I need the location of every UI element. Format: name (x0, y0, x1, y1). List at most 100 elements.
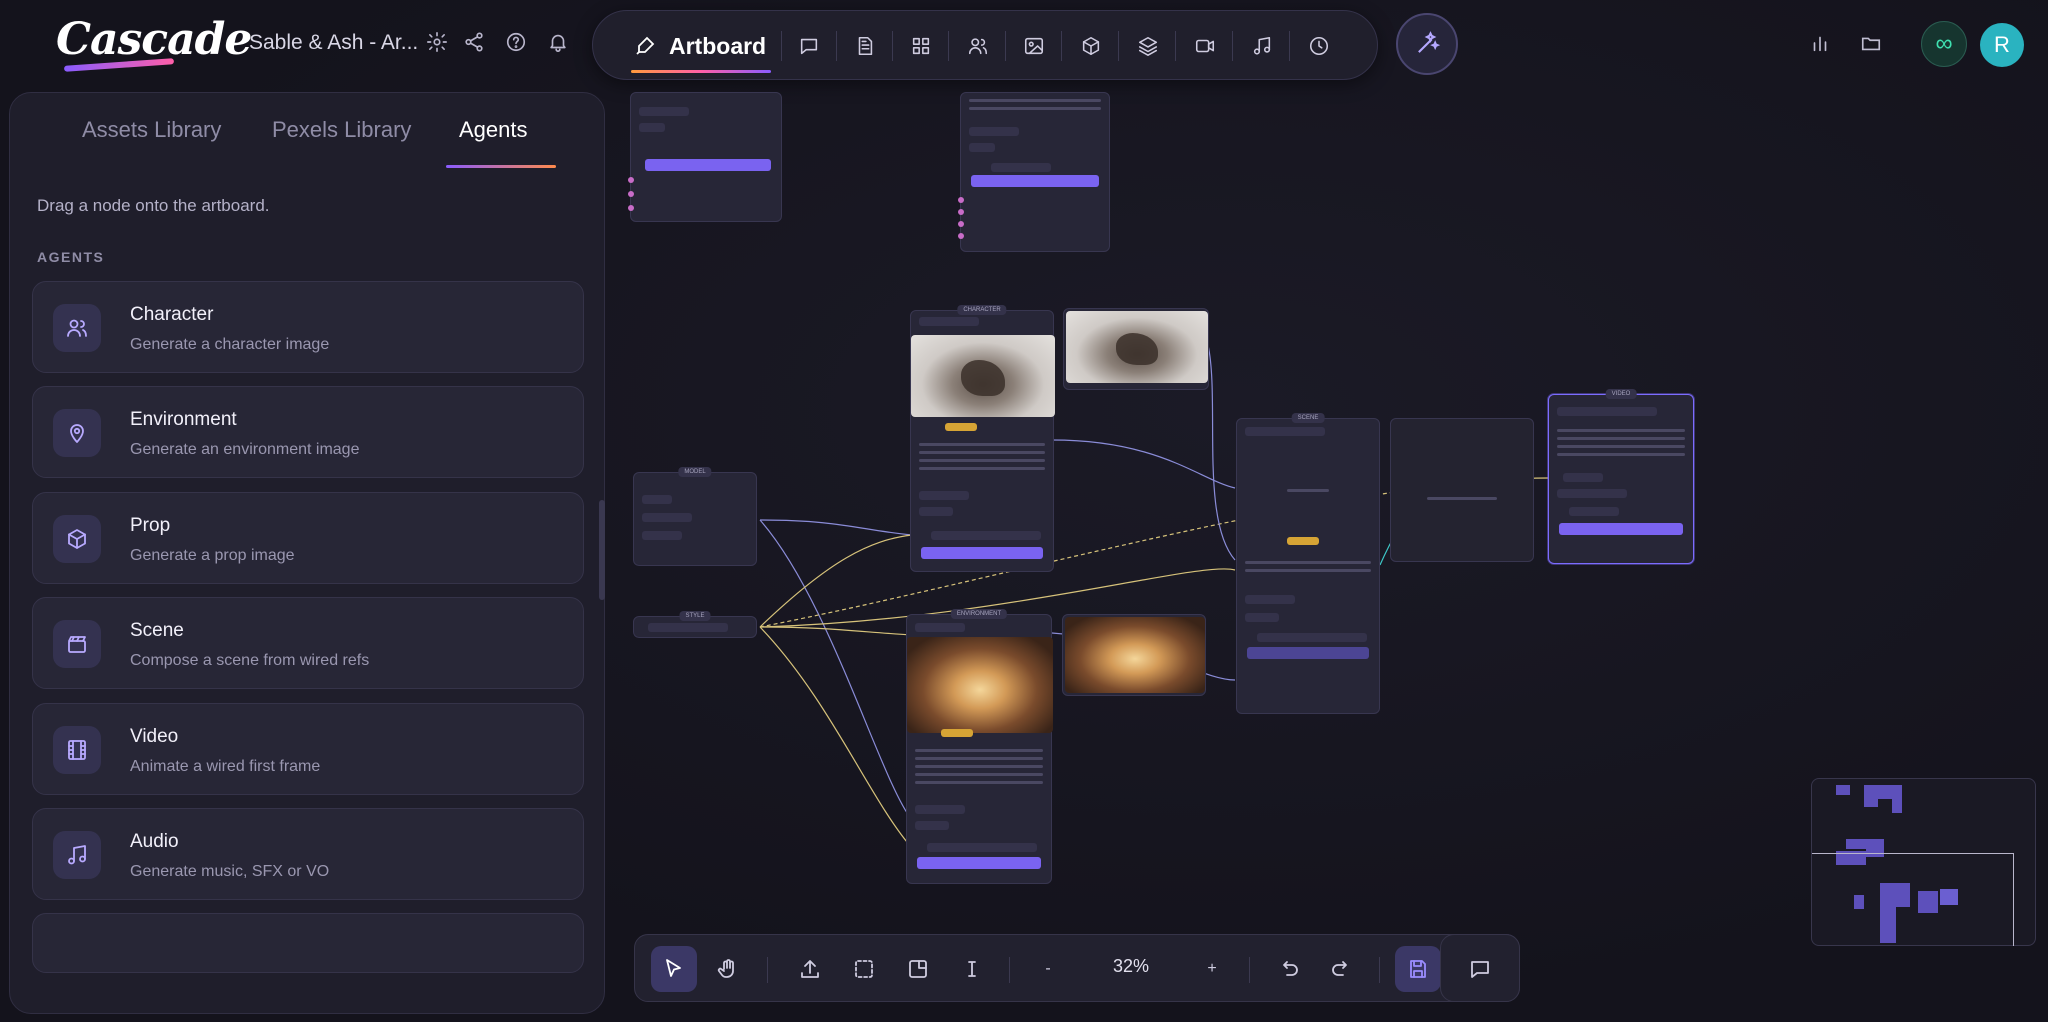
dragon-output-image (1066, 311, 1208, 383)
zoom-level[interactable]: 32% (1094, 956, 1168, 977)
magic-wand-icon (1418, 31, 1441, 53)
minimap-viewport[interactable] (1812, 853, 2014, 946)
minimap[interactable] (1811, 778, 2036, 946)
toolbar-divider (1289, 31, 1290, 61)
project-title[interactable]: Sable & Ash - Ar... (249, 31, 418, 55)
agent-card-audio[interactable]: Audio Generate music, SFX or VO (32, 808, 584, 900)
help-icon[interactable] (502, 28, 530, 56)
toolbar-divider (1005, 31, 1006, 61)
document-icon[interactable] (850, 31, 880, 61)
panel-scrollbar[interactable] (599, 500, 605, 600)
marquee-select-icon[interactable] (841, 946, 887, 992)
toolbar-divider (836, 31, 837, 61)
chat-icon[interactable] (794, 31, 824, 61)
top-bar: Cascade Sable & Ash - Ar... Artboard ∞ R (0, 0, 2048, 90)
image-output-node[interactable] (1063, 308, 1209, 390)
agent-card-environment[interactable]: Environment Generate an environment imag… (32, 386, 584, 478)
mode-toolbar: Artboard (592, 10, 1378, 80)
agents-panel: Assets Library Pexels Library Agents Dra… (9, 92, 605, 1014)
toolbar-divider (767, 957, 768, 983)
artboard-label: Artboard (669, 32, 767, 59)
agent-description: Generate a prop image (130, 547, 295, 564)
frame-tool-icon[interactable] (895, 946, 941, 992)
canvas-node[interactable] (628, 92, 782, 222)
agent-name: Prop (130, 515, 171, 536)
users-icon[interactable] (963, 31, 993, 61)
zoom-out-button[interactable]: - (1025, 946, 1071, 992)
hand-tool-icon[interactable] (705, 946, 751, 992)
brush-icon (636, 36, 655, 55)
users-icon (53, 304, 101, 352)
toolbar-divider (1175, 31, 1176, 61)
toolbar-divider (1249, 957, 1250, 983)
grid-icon[interactable] (906, 31, 936, 61)
user-avatar[interactable]: R (1980, 23, 2024, 67)
artboard-button[interactable]: Artboard (623, 25, 776, 67)
agent-description: Generate a character image (130, 336, 330, 353)
share-icon[interactable] (460, 28, 488, 56)
toolbar-divider (892, 31, 893, 61)
infinity-button[interactable]: ∞ (1921, 21, 1967, 67)
agent-name: Character (130, 304, 214, 325)
agent-card-prop[interactable]: Prop Generate a prop image (32, 492, 584, 584)
dragon-image (911, 335, 1055, 417)
cave-image (907, 637, 1053, 733)
toolbar-divider (948, 31, 949, 61)
comment-icon (1457, 946, 1503, 992)
text-tool-icon[interactable] (949, 946, 995, 992)
tab-pexels-library[interactable]: Pexels Library (272, 117, 411, 143)
placeholder-node[interactable] (1390, 418, 1534, 562)
toolbar-divider (1061, 31, 1062, 61)
agents-section-label: AGENTS (37, 249, 105, 265)
agent-name: Audio (130, 831, 179, 852)
cube-icon[interactable] (1076, 31, 1106, 61)
tab-agents[interactable]: Agents (459, 117, 528, 143)
toolbar-divider (1379, 957, 1380, 983)
agent-description: Generate an environment image (130, 441, 360, 458)
agent-card-scene[interactable]: Scene Compose a scene from wired refs (32, 597, 584, 689)
save-icon[interactable] (1395, 946, 1441, 992)
redo-icon[interactable] (1319, 946, 1365, 992)
cube-icon (53, 515, 101, 563)
analytics-icon[interactable] (1807, 30, 1833, 56)
image-icon[interactable] (1019, 31, 1049, 61)
map-pin-icon (53, 409, 101, 457)
panel-tabs: Assets Library Pexels Library Agents (10, 93, 604, 173)
bell-icon[interactable] (544, 28, 572, 56)
canvas-node[interactable]: STYLE (633, 611, 757, 638)
active-mode-underline (631, 70, 771, 73)
music-icon[interactable] (1247, 31, 1277, 61)
layers-icon[interactable] (1133, 31, 1163, 61)
agent-name: Environment (130, 409, 237, 430)
image-output-node[interactable] (1062, 614, 1206, 696)
cave-output-image (1065, 617, 1205, 693)
video-node[interactable]: VIDEO (1548, 389, 1694, 564)
agent-name: Video (130, 726, 179, 747)
video-icon[interactable] (1190, 31, 1220, 61)
settings-gear-icon[interactable] (423, 28, 451, 56)
character-node[interactable]: CHARACTER (910, 305, 1055, 572)
ai-assistant-button[interactable] (1396, 13, 1458, 75)
agent-name: Scene (130, 620, 184, 641)
zoom-in-button[interactable]: + (1189, 946, 1235, 992)
folder-icon[interactable] (1858, 30, 1884, 56)
toolbar-divider (1009, 957, 1010, 983)
upload-icon[interactable] (787, 946, 833, 992)
scene-node[interactable]: SCENE (1236, 413, 1380, 714)
agent-card-video[interactable]: Video Animate a wired first frame (32, 703, 584, 795)
agent-description: Animate a wired first frame (130, 758, 321, 775)
comment-panel-button[interactable] (1440, 934, 1520, 1002)
canvas-node[interactable] (958, 92, 1110, 252)
history-icon[interactable] (1304, 31, 1334, 61)
toolbar-divider (1232, 31, 1233, 61)
agent-card-partial[interactable] (32, 913, 584, 973)
agent-card-character[interactable]: Character Generate a character image (32, 281, 584, 373)
select-tool-icon[interactable] (651, 946, 697, 992)
toolbar-divider (781, 31, 782, 61)
canvas-toolbar: - + (634, 934, 1520, 1002)
undo-icon[interactable] (1265, 946, 1311, 992)
canvas-node[interactable]: MODEL (633, 467, 757, 566)
cascade-logo[interactable]: Cascade (56, 14, 252, 65)
environment-node[interactable]: ENVIRONMENT (906, 609, 1053, 884)
tab-assets-library[interactable]: Assets Library (82, 117, 221, 143)
